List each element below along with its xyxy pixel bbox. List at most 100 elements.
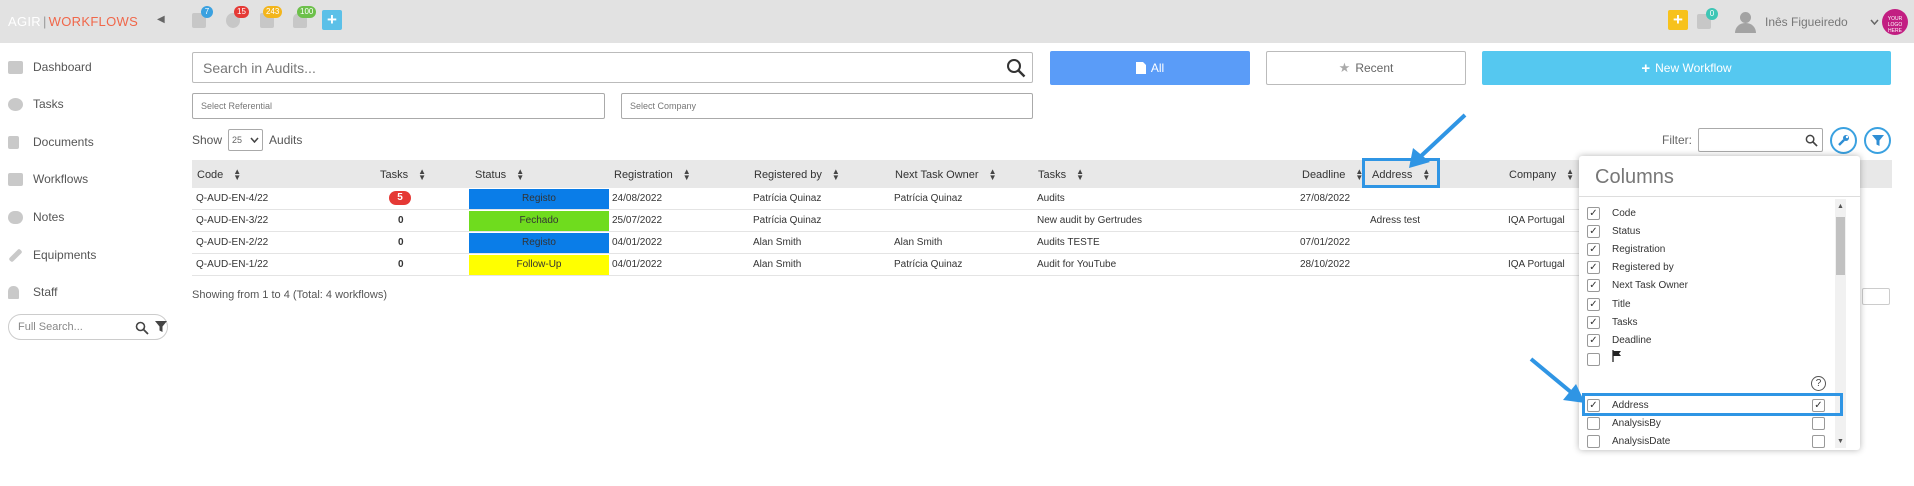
search-icon[interactable] — [135, 321, 149, 335]
checkbox-checked[interactable]: ✓ — [1587, 260, 1600, 274]
status-badge: Registo — [469, 233, 609, 253]
table-row[interactable]: Q-AUD-EN-3/22 0 Fechado 25/07/2022 Patrí… — [192, 210, 1592, 232]
scroll-up-icon[interactable]: ▲ — [1837, 203, 1844, 210]
checkbox-checked[interactable]: ✓ — [1587, 315, 1600, 329]
pagination-control[interactable] — [1862, 288, 1890, 305]
table-row[interactable]: Q-AUD-EN-2/22 0 Registo 04/01/2022 Alan … — [192, 232, 1592, 254]
audit-search-field[interactable] — [192, 52, 1033, 83]
filter-label: Filter: — [1662, 133, 1692, 147]
full-search-input[interactable]: Full Search... — [8, 314, 168, 340]
advanced-filter-button[interactable] — [1864, 127, 1891, 154]
referential-select[interactable]: Select Referential — [192, 93, 605, 119]
checkbox-checked[interactable]: ✓ — [1587, 224, 1600, 238]
checkbox-checked[interactable]: ✓ — [1587, 278, 1600, 292]
column-header-registered-by[interactable]: Registered by ▲ ▼ — [754, 168, 840, 182]
column-option-flag[interactable] — [1587, 350, 1622, 367]
cell-registered-by: Alan Smith — [753, 237, 802, 248]
annotation-arrow-icon — [1409, 113, 1467, 168]
tasks-count: 0 — [398, 259, 404, 270]
all-button[interactable]: All — [1050, 51, 1250, 85]
table-row[interactable]: Q-AUD-EN-4/22 5 Registo 24/08/2022 Patrí… — [192, 188, 1592, 210]
column-header-registration[interactable]: Registration ▲ ▼ — [614, 168, 691, 182]
sidebar-item-workflows[interactable]: Workflows — [8, 169, 88, 189]
star-icon: ★ — [1338, 60, 1351, 75]
table-row[interactable]: Q-AUD-EN-1/22 0 Follow-Up 04/01/2022 Ala… — [192, 254, 1592, 276]
tasks-count-badge: 5 — [389, 191, 411, 205]
annotation-arrow-icon — [1529, 357, 1585, 403]
column-header-title[interactable]: Tasks ▲ ▼ — [1038, 168, 1084, 182]
header-label: Tasks — [380, 169, 409, 181]
analysisdate-secondary-checkbox[interactable] — [1812, 435, 1825, 448]
sidebar-item-dashboard[interactable]: Dashboard — [8, 57, 92, 77]
sidebar-item-tasks[interactable]: Tasks — [8, 94, 64, 114]
column-option-code[interactable]: ✓ Code — [1587, 205, 1636, 221]
column-header-status[interactable]: Status ▲ ▼ — [475, 167, 525, 183]
cell-title: Audits TESTE — [1037, 237, 1100, 248]
checkbox-checked[interactable]: ✓ — [1587, 206, 1600, 220]
option-label: Registration — [1612, 243, 1666, 255]
column-option-analysisdate[interactable]: AnalysisDate — [1587, 433, 1670, 449]
checkbox-unchecked[interactable] — [1587, 416, 1600, 430]
columns-settings-button[interactable] — [1830, 127, 1857, 154]
user-icon — [8, 285, 19, 299]
cell-next-task-owner: Alan Smith — [894, 237, 943, 248]
brand-logo[interactable]: AGIR | WORKFLOWS — [8, 14, 138, 29]
sidebar-item-staff[interactable]: Staff — [8, 282, 57, 302]
column-header-next-task-owner[interactable]: Next Task Owner ▲ ▼ — [895, 168, 996, 182]
column-option-deadline[interactable]: ✓ Deadline — [1587, 332, 1651, 348]
header-label: Status — [475, 169, 507, 181]
cell-company: IQA Portugal — [1508, 215, 1565, 226]
sidebar-item-documents[interactable]: Documents — [8, 132, 94, 152]
checkbox-checked[interactable]: ✓ — [1587, 242, 1600, 256]
help-icon[interactable]: ? — [1811, 376, 1826, 391]
column-header-company[interactable]: Company ▲ ▼ — [1509, 167, 1574, 183]
sort-icon: ▲ ▼ — [418, 167, 427, 183]
option-label: Title — [1612, 298, 1631, 310]
full-search-placeholder: Full Search... — [18, 321, 83, 333]
address-option-highlight — [1582, 393, 1843, 416]
column-option-analysisby[interactable]: AnalysisBy — [1587, 415, 1661, 431]
collapse-sidebar-icon[interactable]: ◀ — [157, 14, 165, 25]
column-option-registered-by[interactable]: ✓ Registered by — [1587, 259, 1674, 275]
add-item-button[interactable]: + — [1668, 10, 1688, 30]
workflow-icon — [8, 172, 23, 186]
column-option-registration[interactable]: ✓ Registration — [1587, 241, 1665, 257]
cell-title: Audit for YouTube — [1037, 259, 1117, 270]
search-icon[interactable] — [1006, 58, 1026, 78]
search-icon[interactable] — [1805, 134, 1818, 147]
column-option-tasks[interactable]: ✓ Tasks — [1587, 314, 1638, 330]
column-option-status[interactable]: ✓ Status — [1587, 223, 1640, 239]
gear-icon — [8, 97, 23, 111]
analysisby-secondary-checkbox[interactable] — [1812, 417, 1825, 430]
sort-icon: ▲ ▼ — [1566, 167, 1574, 183]
sort-icon: ▲ ▼ — [516, 167, 525, 183]
checkbox-checked[interactable]: ✓ — [1587, 297, 1600, 311]
sidebar-item-label: Documents — [33, 135, 94, 149]
column-header-code[interactable]: Code ▲ ▼ — [197, 168, 241, 182]
audits-label: Audits — [269, 133, 303, 147]
scroll-down-icon[interactable]: ▼ — [1837, 438, 1844, 445]
column-header-tasks[interactable]: Tasks ▲ ▼ — [380, 167, 427, 183]
sidebar-item-notes[interactable]: Notes — [8, 207, 64, 227]
column-option-title[interactable]: ✓ Title — [1587, 296, 1631, 312]
cell-deadline: 28/10/2022 — [1300, 259, 1351, 270]
cell-next-task-owner: Patrícia Quinaz — [894, 259, 963, 270]
quick-add-button[interactable]: + — [322, 10, 342, 30]
sidebar-item-equipments[interactable]: Equipments — [8, 245, 96, 265]
column-header-deadline[interactable]: Deadline ▲ ▼ — [1302, 168, 1363, 182]
checkbox-unchecked[interactable] — [1587, 434, 1600, 448]
referential-placeholder: Select Referential — [201, 101, 273, 111]
recent-button[interactable]: ★ Recent — [1266, 51, 1466, 85]
checkbox-unchecked[interactable] — [1587, 352, 1600, 366]
company-select[interactable]: Select Company — [621, 93, 1033, 119]
audit-search-input[interactable] — [203, 59, 983, 77]
page-size-value: 25 — [232, 135, 243, 145]
column-option-next-task-owner[interactable]: ✓ Next Task Owner — [1587, 277, 1688, 293]
filter-icon[interactable] — [155, 321, 167, 333]
new-workflow-button[interactable]: + New Workflow — [1482, 51, 1891, 85]
checkbox-checked[interactable]: ✓ — [1587, 333, 1600, 347]
cell-code: Q-AUD-EN-1/22 — [196, 259, 269, 270]
scrollbar-thumb[interactable] — [1836, 217, 1845, 275]
filter-input[interactable] — [1698, 128, 1823, 152]
page-size-select[interactable]: 25 — [228, 129, 264, 151]
